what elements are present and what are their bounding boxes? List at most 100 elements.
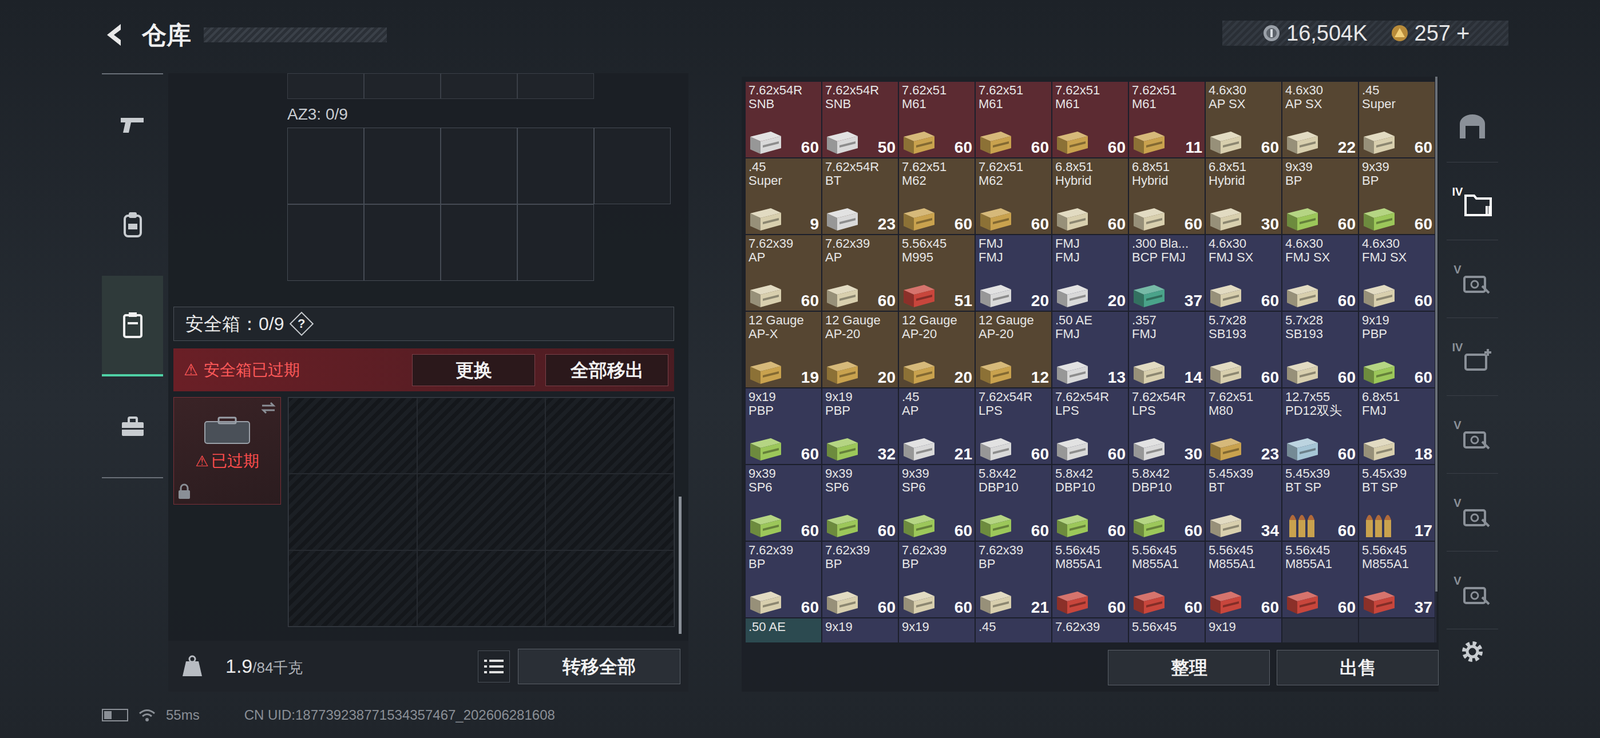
stash-item[interactable]: 12 GaugeAP-2012 bbox=[975, 311, 1052, 388]
replace-button[interactable]: 更换 bbox=[412, 354, 536, 387]
stash-item[interactable]: 7.62x54RLPS60 bbox=[1051, 387, 1129, 465]
stash-item[interactable]: 9x19 bbox=[898, 618, 976, 643]
stash-item[interactable]: 6.8x51FMJ18 bbox=[1358, 387, 1436, 465]
stash-item[interactable]: 7.62x39BP60 bbox=[898, 541, 976, 619]
stash-item[interactable]: 7.62x54RLPS30 bbox=[1128, 387, 1206, 465]
stash-item[interactable]: 7.62x51M6160 bbox=[1051, 81, 1129, 158]
grid-slot[interactable] bbox=[517, 204, 594, 281]
side-tab[interactable]: V bbox=[1446, 473, 1499, 552]
stash-item[interactable]: .45AP21 bbox=[898, 387, 976, 465]
empty-slot[interactable] bbox=[1358, 618, 1436, 643]
stash-item[interactable]: 12.7x55PD12双头60 bbox=[1281, 387, 1359, 465]
stash-item[interactable]: 7.62x51M6260 bbox=[975, 157, 1052, 235]
stash-item[interactable]: 7.62x51M6111 bbox=[1128, 81, 1206, 158]
stash-item[interactable]: 9x19 bbox=[1205, 618, 1282, 643]
stash-item[interactable]: 9x39SP660 bbox=[821, 464, 899, 542]
stash-item[interactable]: 6.8x51Hybrid60 bbox=[1051, 157, 1129, 235]
stash-item[interactable]: 7.62x54RLPS60 bbox=[975, 387, 1052, 465]
nav-tab[interactable] bbox=[101, 275, 164, 377]
stash-item[interactable]: 12 GaugeAP-2020 bbox=[821, 311, 899, 388]
stash-item[interactable]: 7.62x39BP60 bbox=[821, 541, 899, 619]
side-tab[interactable]: V bbox=[1446, 240, 1499, 319]
grid-slot[interactable] bbox=[288, 550, 418, 627]
grid-slot[interactable] bbox=[417, 473, 546, 550]
stash-item[interactable]: 6.8x51Hybrid60 bbox=[1128, 157, 1206, 235]
stash-item[interactable]: 4.6x30FMJ SX60 bbox=[1205, 234, 1282, 312]
stash-item[interactable]: 5.56x45M855A160 bbox=[1128, 541, 1206, 619]
grid-slot[interactable] bbox=[417, 397, 546, 474]
stash-scrollbar[interactable] bbox=[1435, 76, 1438, 592]
stash-item[interactable]: .50 AE bbox=[745, 618, 822, 643]
stash-item[interactable]: 5.56x45M855A160 bbox=[1051, 541, 1129, 619]
safe-box-item[interactable]: ⚠已过期 bbox=[173, 397, 281, 505]
stash-item[interactable]: 9x19PBP32 bbox=[821, 387, 899, 465]
stash-item[interactable]: 4.6x30FMJ SX60 bbox=[1281, 234, 1359, 312]
grid-slot[interactable] bbox=[363, 127, 441, 205]
stash-item[interactable]: .300 Bla...BCP FMJ37 bbox=[1128, 234, 1206, 312]
list-icon[interactable] bbox=[477, 650, 510, 683]
stash-item[interactable]: .45Super9 bbox=[745, 157, 822, 235]
stash-item[interactable]: FMJFMJ20 bbox=[975, 234, 1052, 312]
side-tab[interactable] bbox=[1446, 84, 1499, 163]
grid-slot[interactable] bbox=[517, 127, 594, 205]
gear-icon[interactable] bbox=[1446, 631, 1499, 672]
side-tab[interactable]: V bbox=[1446, 395, 1499, 474]
side-tab[interactable]: IV bbox=[1446, 318, 1499, 396]
stash-item[interactable]: 7.62x51M6160 bbox=[898, 81, 976, 158]
stash-item[interactable]: 5.45x39BT34 bbox=[1205, 464, 1282, 542]
stash-item[interactable]: 5.56x45M855A160 bbox=[1205, 541, 1282, 619]
stash-item[interactable]: 6.8x51Hybrid30 bbox=[1205, 157, 1282, 235]
grid-slot[interactable] bbox=[287, 127, 364, 205]
move-all-out-button[interactable]: 全部移出 bbox=[545, 354, 669, 387]
empty-slot[interactable] bbox=[1281, 618, 1359, 643]
stash-item[interactable]: 7.62x54RSNB60 bbox=[745, 81, 822, 158]
stash-item[interactable]: 9x19PBP60 bbox=[1358, 311, 1436, 388]
stash-item[interactable]: 12 GaugeAP-2020 bbox=[898, 311, 976, 388]
grid-slot[interactable] bbox=[417, 550, 546, 627]
side-tab[interactable]: V bbox=[1446, 551, 1499, 630]
transfer-all-button[interactable]: 转移全部 bbox=[517, 648, 681, 685]
stash-item[interactable]: .45 bbox=[975, 618, 1052, 643]
stash-item[interactable]: 9x39SP660 bbox=[745, 464, 822, 542]
side-tab[interactable]: IV bbox=[1446, 162, 1499, 241]
sell-button[interactable]: 出售 bbox=[1276, 650, 1439, 686]
stash-item[interactable]: 7.62x39BP60 bbox=[745, 541, 822, 619]
stash-item[interactable]: 5.8x42DBP1060 bbox=[1051, 464, 1129, 542]
stash-item[interactable]: 9x19 bbox=[821, 618, 899, 643]
stash-item[interactable]: 5.56x45 bbox=[1128, 618, 1206, 643]
stash-item[interactable]: 4.6x30FMJ SX60 bbox=[1358, 234, 1436, 312]
stash-item[interactable]: 9x39BP60 bbox=[1281, 157, 1359, 235]
stash-item[interactable]: 5.45x39BT SP60 bbox=[1281, 464, 1359, 542]
help-button[interactable]: ? bbox=[289, 311, 314, 336]
stash-item[interactable]: 7.62x51M6260 bbox=[898, 157, 976, 235]
nav-tab[interactable] bbox=[101, 376, 164, 478]
grid-slot[interactable] bbox=[545, 397, 675, 474]
nav-tab[interactable] bbox=[101, 74, 164, 176]
stash-item[interactable]: FMJFMJ20 bbox=[1051, 234, 1129, 312]
stash-item[interactable]: 9x39BP60 bbox=[1358, 157, 1436, 235]
grid-slot[interactable] bbox=[288, 473, 418, 550]
back-arrow-icon[interactable] bbox=[101, 21, 130, 49]
grid-slot[interactable] bbox=[440, 127, 518, 205]
scrollbar[interactable] bbox=[678, 496, 682, 635]
stash-item[interactable]: 4.6x30AP SX22 bbox=[1281, 81, 1359, 158]
stash-item[interactable]: 5.56x45M855A137 bbox=[1358, 541, 1436, 619]
stash-item[interactable]: 7.62x51M6160 bbox=[975, 81, 1052, 158]
stash-item[interactable]: 7.62x39BP21 bbox=[975, 541, 1052, 619]
grid-slot[interactable] bbox=[287, 204, 364, 281]
grid-slot[interactable] bbox=[545, 473, 675, 550]
stash-item[interactable]: 5.8x42DBP1060 bbox=[1128, 464, 1206, 542]
stash-item[interactable]: 9x19PBP60 bbox=[745, 387, 822, 465]
stash-item[interactable]: 7.62x39AP60 bbox=[821, 234, 899, 312]
stash-item[interactable]: 7.62x39AP60 bbox=[745, 234, 822, 312]
stash-item[interactable]: 7.62x54RSNB50 bbox=[821, 81, 899, 158]
stash-item[interactable]: 12 GaugeAP-X19 bbox=[745, 311, 822, 388]
grid-slot[interactable] bbox=[288, 397, 418, 474]
stash-item[interactable]: 7.62x51M8023 bbox=[1205, 387, 1282, 465]
stash-item[interactable]: 5.56x45M855A160 bbox=[1281, 541, 1359, 619]
sort-button[interactable]: 整理 bbox=[1107, 650, 1270, 686]
stash-item[interactable]: 5.7x28SB19360 bbox=[1205, 311, 1282, 388]
stash-item[interactable]: 7.62x54RBT23 bbox=[821, 157, 899, 235]
grid-slot[interactable] bbox=[440, 204, 518, 281]
stash-item[interactable]: .357FMJ14 bbox=[1128, 311, 1206, 388]
